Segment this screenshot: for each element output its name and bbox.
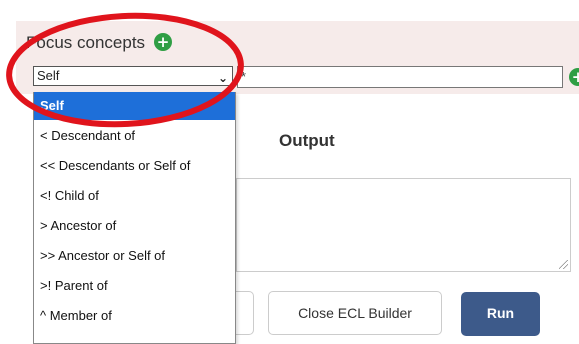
add-focus-concept-icon[interactable]: + [154,33,172,51]
operator-dropdown-list: Self < Descendant of << Descendants or S… [33,92,236,344]
option-descendants-or-self-of[interactable]: << Descendants or Self of [34,152,235,180]
resize-grip-icon[interactable] [559,260,568,269]
option-member-of[interactable]: ^ Member of [34,302,235,330]
close-ecl-builder-button[interactable]: Close ECL Builder [268,291,442,335]
focus-concepts-label: Focus concepts [26,33,146,52]
chevron-down-icon: ⌄ [217,71,228,85]
run-button[interactable]: Run [461,292,540,336]
concept-term-input[interactable]: * [237,66,563,88]
option-ancestor-of[interactable]: > Ancestor of [34,212,235,240]
option-self[interactable]: Self [34,92,235,120]
option-child-of[interactable]: <! Child of [34,182,235,210]
output-textarea[interactable] [236,178,571,272]
option-descendant-of[interactable]: < Descendant of [34,122,235,150]
operator-select[interactable]: Self ⌄ [33,66,233,86]
option-ancestor-or-self-of[interactable]: >> Ancestor or Self of [34,242,235,270]
operator-select-value: Self [37,68,60,83]
output-heading: Output [279,131,335,150]
option-parent-of[interactable]: >! Parent of [34,272,235,300]
